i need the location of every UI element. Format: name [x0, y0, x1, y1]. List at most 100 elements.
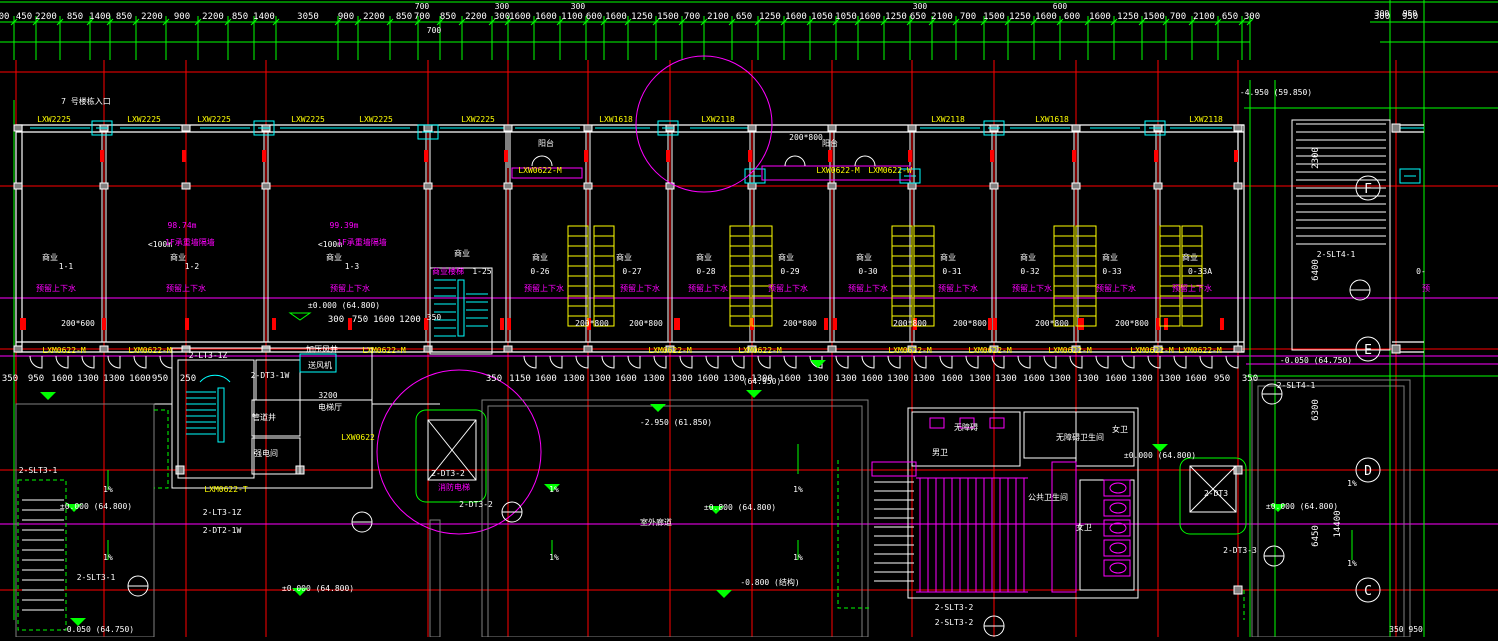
annotation-label: 0-31	[942, 267, 961, 276]
corridor-stair	[288, 267, 493, 355]
annotation-label: 200*800	[629, 319, 663, 328]
mid-dimension-label: 1300	[77, 374, 99, 384]
green-dashed-shapes	[17, 409, 1245, 631]
annotation-label: LXM0622-M	[1130, 346, 1174, 355]
top-dimension-label: 650	[910, 12, 926, 22]
mid-dimension-label: 1300	[1049, 374, 1071, 384]
annotation-label: LXW2225	[291, 115, 325, 124]
mid-dimension-label: 350	[486, 374, 502, 384]
annotation-label: 950	[1403, 9, 1418, 18]
top-dimension-label: 1600	[1035, 12, 1057, 22]
mid-dimension-label: 1300	[589, 374, 611, 384]
top-dimension-label: 1600	[1089, 12, 1111, 22]
annotation-label: LXM0622-M	[968, 346, 1012, 355]
side-dimension-label: 6450	[1311, 525, 1321, 547]
annotation-label: LXM0622-M	[362, 346, 406, 355]
mid-dimension-label: 1600	[697, 374, 719, 384]
mid-dimension-label: 1300	[887, 374, 909, 384]
top-dimension-label: 850	[116, 12, 132, 22]
annotation-label: -0.050 (64.750)	[62, 625, 134, 634]
annotation-label: 0-29	[780, 267, 799, 276]
annotation-label: 1%	[549, 553, 559, 562]
annotation-label: 商业	[856, 252, 872, 262]
top-dimension-label: 1250	[885, 12, 907, 22]
annotation-label: 商业	[1020, 252, 1036, 262]
annotation-label: 2-SLT4-1	[1317, 250, 1356, 259]
annotation-label: 商业	[940, 252, 956, 262]
annotation-label: 2-SLT3-2	[935, 603, 974, 612]
mid-dimension-label: 1600	[1023, 374, 1045, 384]
annotation-label: 0-32	[1020, 267, 1039, 276]
stair-hatch	[916, 477, 1028, 593]
annotation-label: 1%	[103, 485, 113, 494]
annotation-label: 200*600	[61, 319, 95, 328]
annotation-label: 室外廊道	[640, 517, 672, 527]
annotation-label: 0-33	[1102, 267, 1121, 276]
annotation-label: LXW0622-M	[816, 166, 860, 175]
annotation-label: 商业	[696, 252, 712, 262]
floor-plan-drawing: FEDC 00 450 2200 850 1400 850 2200 900 2200 850 14…	[0, 0, 1498, 638]
top-dimension-label: 700	[415, 2, 430, 11]
cad-drawing-viewport[interactable]: FEDC 00 450 2200 850 1400 850 2200 900 2200 850 14…	[0, 0, 1498, 638]
top-dimension-label: 700	[427, 26, 442, 35]
side-dimension-label: 2300	[1311, 147, 1321, 169]
top-dimension-label: 2200	[363, 12, 385, 22]
annotation-label: 2-DT3-3	[1223, 546, 1257, 555]
top-dimension-label: 700	[684, 12, 700, 22]
stair-dimension-label: 1600	[373, 315, 395, 325]
top-dimension-label: 900	[174, 12, 190, 22]
stair-dimension-label: 1200	[399, 315, 421, 325]
top-dimension-label: 1400	[89, 12, 111, 22]
top-dimension-label: 600	[586, 12, 602, 22]
top-dimension-label: 450	[16, 12, 32, 22]
annotation-label: 预留上下水	[688, 283, 728, 293]
annotation-label: 98.74m	[168, 221, 197, 230]
annotation-label: LXW0622-M	[518, 166, 562, 175]
top-dimension-label: 1250	[1117, 12, 1139, 22]
annotation-label: 350 950	[1389, 625, 1423, 634]
annotation-label: 预	[1422, 283, 1430, 293]
annotation-label: 1%	[793, 485, 803, 494]
annotation-label: 商业	[42, 252, 58, 262]
exterior-stairs	[22, 119, 1391, 611]
annotation-label: ±0.000 (64.800)	[282, 584, 354, 593]
mid-dimension-label: 1300	[643, 374, 665, 384]
annotation-label: 预留上下水	[330, 283, 370, 293]
mid-dimension-label: 1300	[103, 374, 125, 384]
annotation-label: LXM0622-M	[128, 346, 172, 355]
top-dimension-label: 850	[67, 12, 83, 22]
annotation-label: 99.39m	[330, 221, 359, 230]
top-dimension-label: 1600	[785, 12, 807, 22]
top-dimension-label: 1050	[835, 12, 857, 22]
annotation-label: LXM0622-W	[868, 166, 912, 175]
top-dimension-label: 2200	[35, 12, 57, 22]
annotation-label: -0.050 (64.750)	[1280, 356, 1352, 365]
annotation-label: LXW2225	[37, 115, 71, 124]
top-dimension-label: 1500	[657, 12, 679, 22]
mid-dimension-label: 1600	[861, 374, 883, 384]
mid-dimension-label: 1300	[1159, 374, 1181, 384]
annotation-label: 加压风井	[306, 344, 338, 354]
top-dimension-label: 700	[960, 12, 976, 22]
mid-dimension-label: 1150	[509, 374, 531, 384]
top-dimension-label: 2200	[465, 12, 487, 22]
annotation-label: 1%	[1347, 559, 1357, 568]
annotation-label: 预留上下水	[36, 283, 76, 293]
side-dimension-label: 6400	[1311, 259, 1321, 281]
top-dimension-label: 600	[1064, 12, 1080, 22]
top-dimension-label: 600	[1053, 2, 1068, 11]
annotation-label: LXM0622-M	[888, 346, 932, 355]
top-dimension-label: 1250	[1009, 12, 1031, 22]
annotation-label: 1-25	[472, 267, 491, 276]
mid-dimension-label: 350	[1242, 374, 1258, 384]
mid-dimension-label: 1300	[807, 374, 829, 384]
annotation-label: 预留上下水	[524, 283, 564, 293]
annotation-label: 2-DT3-1W	[251, 371, 290, 380]
top-dimension-label: 2100	[931, 12, 953, 22]
annotation-label: 2-SLT4-1	[1277, 381, 1316, 390]
side-dimension-label: 6300	[1311, 399, 1321, 421]
annotation-label: 无障碍	[954, 422, 978, 432]
annotation-label: 0-	[1416, 267, 1426, 276]
annotation-label: 3200	[318, 391, 337, 400]
mid-dimension-label: 1300	[723, 374, 745, 384]
